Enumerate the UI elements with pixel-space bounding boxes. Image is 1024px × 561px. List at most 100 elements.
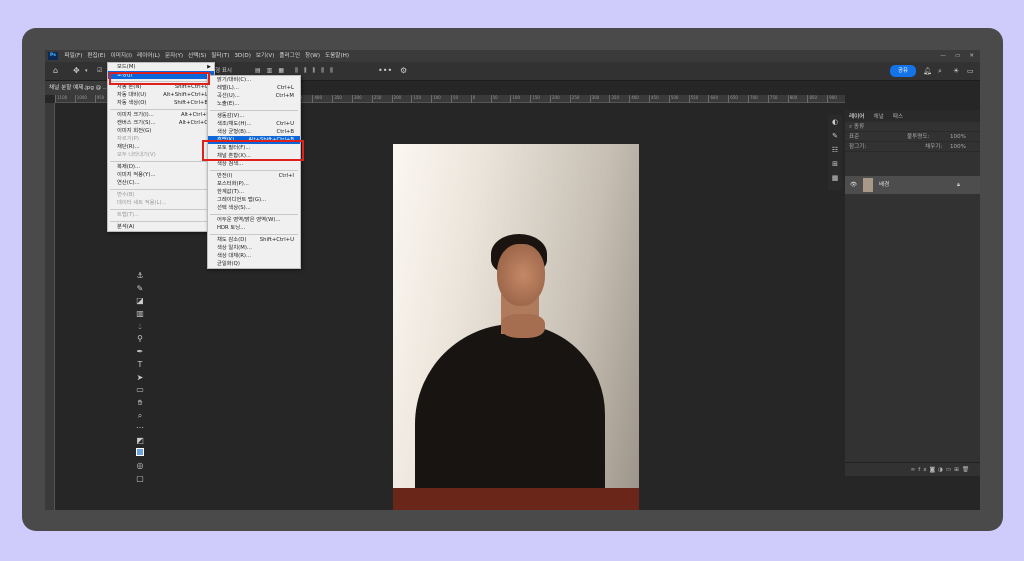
- menu-item[interactable]: 캔버스 크기(S)... Alt+Ctrl+C: [108, 119, 214, 127]
- hand-tool-icon[interactable]: ✋︎: [133, 397, 147, 410]
- blur-tool-icon[interactable]: 💧︎: [133, 321, 147, 334]
- dodge-tool-icon[interactable]: ⚲: [133, 333, 147, 346]
- menu-item[interactable]: 노출(E)...: [208, 100, 300, 108]
- eraser-tool-icon[interactable]: ◪: [133, 295, 147, 308]
- menu-item[interactable]: 모드(M) ▶: [108, 63, 214, 71]
- mask-icon[interactable]: ◙: [930, 467, 938, 473]
- menubar-item[interactable]: 보기(V): [253, 50, 276, 62]
- distribute-icons[interactable]: ⫼⫼⫼⫼⫼: [295, 66, 339, 76]
- menubar-item[interactable]: 선택(S): [186, 50, 209, 62]
- menubar-item[interactable]: 필터(T): [209, 50, 232, 62]
- pen-tool-icon[interactable]: ✒: [133, 346, 147, 359]
- menu-item[interactable]: 균일화(Q): [208, 260, 300, 268]
- menubar-item[interactable]: 도움말(H): [323, 50, 352, 62]
- swatches-panel-icon[interactable]: ▦: [828, 171, 842, 185]
- menu-item[interactable]: 색상 대체(R)...: [208, 252, 300, 260]
- menubar-item[interactable]: 플러그인: [277, 50, 303, 62]
- menu-item[interactable]: 포스터화(P)...: [208, 180, 300, 188]
- fill-value[interactable]: 100%: [950, 142, 966, 152]
- move-tool-icon[interactable]: ✥: [73, 66, 80, 76]
- menubar-item[interactable]: 편집(E): [85, 50, 108, 62]
- brush-panel-icon[interactable]: ✎: [828, 129, 842, 143]
- 3d-mode-icon[interactable]: ⚙: [400, 66, 407, 76]
- share-button[interactable]: 공유: [890, 65, 916, 77]
- workspace-icon[interactable]: ▭: [967, 66, 974, 76]
- lightbulb-icon[interactable]: ☀: [953, 66, 959, 76]
- menu-item[interactable]: 레벨(L)... Ctrl+L: [208, 84, 300, 92]
- menu-item[interactable]: 연산(C)...: [108, 179, 214, 187]
- menu-item[interactable]: 복제(D)...: [108, 163, 214, 171]
- history-brush-icon[interactable]: ✎: [133, 283, 147, 296]
- menu-item[interactable]: 재단(R)...: [108, 143, 214, 151]
- menu-item[interactable]: 한계값(T)...: [208, 188, 300, 196]
- menu-item[interactable]: 색상 일치(M)...: [208, 244, 300, 252]
- default-colors-icon[interactable]: ◩: [133, 435, 147, 448]
- layers-tab[interactable]: 레이어: [849, 112, 864, 120]
- type-tool-icon[interactable]: T: [133, 359, 147, 372]
- menubar-item[interactable]: 3D(D): [232, 50, 254, 62]
- menu-item[interactable]: 밝기/대비(C)...: [208, 76, 300, 84]
- path-select-icon[interactable]: ➤: [133, 372, 147, 385]
- menu-item[interactable]: 이미지 회전(G)▶: [108, 127, 214, 135]
- menubar-item[interactable]: 파일(F): [62, 50, 85, 62]
- adjustment-icon[interactable]: ◑: [938, 467, 946, 473]
- menu-item[interactable]: 어두운 영역/밝은 영역(W)...: [208, 216, 300, 224]
- gradient-tool-icon[interactable]: ▥: [133, 308, 147, 321]
- menu-item[interactable]: 자동 대비(U) Alt+Shift+Ctrl+L: [108, 91, 214, 99]
- menubar-item[interactable]: 레이어(L): [135, 50, 163, 62]
- shape-tool-icon[interactable]: ▭: [133, 384, 147, 397]
- layer-filter-input[interactable]: 종류: [854, 124, 864, 130]
- group-icon[interactable]: ▭: [946, 467, 954, 473]
- menu-item[interactable]: 채널 혼합(X)...: [208, 152, 300, 160]
- color-swatch[interactable]: [133, 447, 147, 461]
- chevron-down-icon[interactable]: ▾: [85, 66, 88, 76]
- close-icon[interactable]: ✕: [969, 50, 974, 62]
- menu-item[interactable]: 자동 톤(N) Shift+Ctrl+L: [108, 83, 214, 91]
- bell-icon[interactable]: 🔔︎: [923, 66, 932, 76]
- menu-item[interactable]: 반전(I) Ctrl+I: [208, 172, 300, 180]
- menu-item[interactable]: HDR 토닝...: [208, 224, 300, 232]
- new-layer-icon[interactable]: ⊞: [954, 467, 962, 473]
- menu-item[interactable]: 흑백(K)... Alt+Shift+Ctrl+B: [208, 136, 300, 144]
- menu-item[interactable]: 자동 색상(O) Shift+Ctrl+B: [108, 99, 214, 107]
- trash-icon[interactable]: 🗑︎: [962, 467, 972, 473]
- menubar-item[interactable]: 창(W): [302, 50, 322, 62]
- blend-mode-select[interactable]: 표준: [849, 134, 859, 140]
- menubar-item[interactable]: 이미지(I): [108, 50, 134, 62]
- menu-item[interactable]: 그레이디언트 맵(G)...: [208, 196, 300, 204]
- layers-tab[interactable]: 채널: [873, 112, 883, 120]
- zoom-tool-icon[interactable]: ⌕: [133, 410, 147, 423]
- adjust-panel-icon[interactable]: ☷: [828, 143, 842, 157]
- menu-item[interactable]: 곡선(U)... Ctrl+M: [208, 92, 300, 100]
- layer-row-background[interactable]: 👁︎ 배경 🔒︎: [845, 176, 980, 194]
- eye-icon[interactable]: 👁︎: [850, 176, 857, 194]
- menubar-item[interactable]: 문자(Y): [162, 50, 185, 62]
- menu-item[interactable]: 채도 감소(D) Shift+Ctrl+U: [208, 236, 300, 244]
- screen-mode-icon[interactable]: ▢: [133, 473, 147, 486]
- auto-select-checkbox[interactable]: ☑: [97, 66, 102, 76]
- menu-item[interactable]: 선택 색상(S)...: [208, 204, 300, 212]
- menu-item[interactable]: 색조/채도(H)... Ctrl+U: [208, 120, 300, 128]
- menu-item[interactable]: 색상 균형(B)... Ctrl+B: [208, 128, 300, 136]
- menu-item[interactable]: 이미지 적용(Y)...: [108, 171, 214, 179]
- stamp-tool-icon[interactable]: ⚓︎: [133, 270, 147, 283]
- menu-item[interactable]: 색상 검색...: [208, 160, 300, 168]
- menu-item[interactable]: 생동감(V)...: [208, 112, 300, 120]
- home-icon[interactable]: ⌂: [53, 66, 58, 76]
- quick-mask-icon[interactable]: ◎: [133, 460, 147, 473]
- maximize-icon[interactable]: ▭: [955, 50, 960, 62]
- search-icon[interactable]: ⌕: [938, 66, 942, 76]
- more-options-icon[interactable]: •••: [378, 66, 392, 76]
- color-panel-icon[interactable]: ◐: [828, 115, 842, 129]
- more-tools-icon[interactable]: ⋯: [133, 422, 147, 435]
- opacity-value[interactable]: 100%: [950, 132, 966, 142]
- menu-item[interactable]: 이미지 크기(I)... Alt+Ctrl+I: [108, 111, 214, 119]
- menu-item[interactable]: 분석(A)▶: [108, 223, 214, 231]
- menu-item[interactable]: 포토 필터(F)...: [208, 144, 300, 152]
- minimize-icon[interactable]: —: [940, 50, 946, 62]
- canvas-photo[interactable]: [393, 144, 639, 510]
- fx-icon[interactable]: fx: [918, 467, 929, 473]
- layers-tab[interactable]: 패스: [893, 112, 903, 120]
- properties-panel-icon[interactable]: ⊞: [828, 157, 842, 171]
- menu-item[interactable]: 조정(J)▶: [108, 71, 214, 79]
